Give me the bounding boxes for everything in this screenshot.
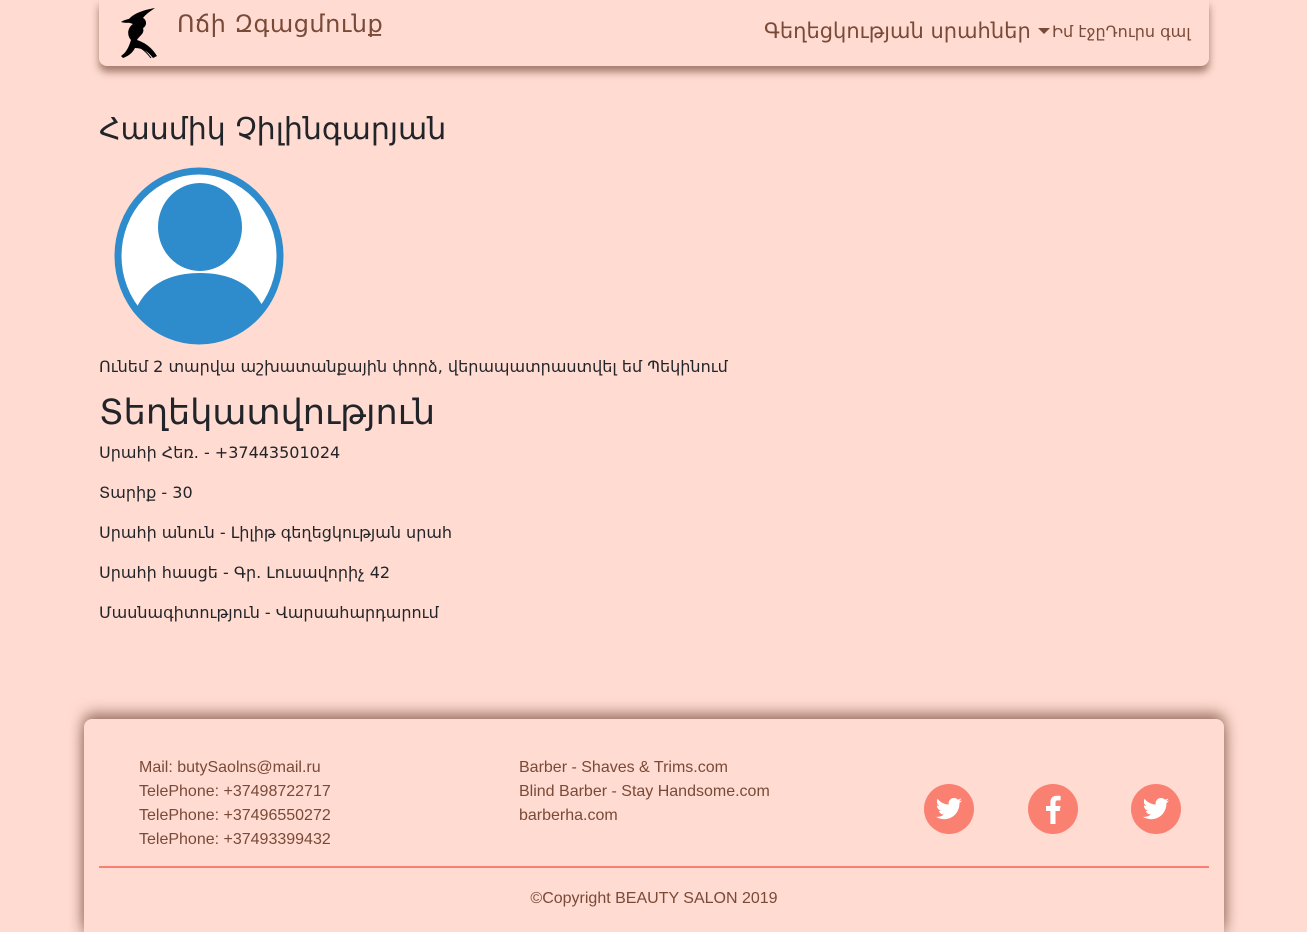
- info-heading: Տեղեկատվություն: [99, 393, 436, 433]
- info-salon-phone: Սրահի Հեռ. - +37443501024: [99, 443, 341, 462]
- profile-name: Հասմիկ Չիլինգարյան: [99, 112, 447, 147]
- info-list: Սրահի Հեռ. - +37443501024 Տարիք - 30 Սրա…: [99, 443, 452, 643]
- footer-links: Barber - Shaves & Trims.com Blind Barber…: [519, 756, 770, 828]
- salons-dropdown-label: Գեղեցկության սրահներ: [764, 19, 1031, 43]
- footer-divider: [99, 866, 1209, 868]
- my-page-logout-link[interactable]: Իմ էջըԴուրս գալ: [1052, 22, 1191, 41]
- info-salon-address: Սրահի հասցե - Գր. Լուսավորիչ 42: [99, 563, 391, 582]
- footer-link[interactable]: Blind Barber - Stay Handsome.com: [519, 780, 770, 804]
- contact-phone: TelePhone: +37498722717: [139, 783, 331, 800]
- info-age: Տարիք - 30: [99, 483, 193, 502]
- salons-dropdown[interactable]: Գեղեցկության սրահներ: [764, 19, 1050, 43]
- brand-title[interactable]: Ոճի Զգացմունք: [177, 10, 383, 38]
- footer-contacts: Mail: butySaolns@mail.ru TelePhone: +374…: [139, 756, 331, 852]
- top-navbar: Ոճի Զգացմունք Գեղեցկության սրահներ Իմ էջ…: [99, 0, 1209, 66]
- site-footer: Mail: butySaolns@mail.ru TelePhone: +374…: [84, 719, 1224, 932]
- user-avatar-icon: [114, 167, 284, 345]
- twitter-icon[interactable]: [1131, 784, 1181, 834]
- contact-phone: TelePhone: +37493399432: [139, 831, 331, 848]
- caret-down-icon: [1037, 28, 1050, 34]
- contact-email: Mail: butySaolns@mail.ru: [139, 759, 321, 776]
- facebook-icon[interactable]: [1028, 784, 1078, 834]
- copyright-text: ©Copyright BEAUTY SALON 2019: [530, 890, 778, 907]
- profile-bio: Ունեմ 2 տարվա աշխատանքային փորձ, վերապատ…: [99, 357, 728, 376]
- info-profession: Մասնագիտություն - Վարսահարդարում: [99, 603, 439, 622]
- twitter-icon[interactable]: [924, 784, 974, 834]
- info-salon-name: Սրահի անուն - Լիլիթ գեղեցկության սրահ: [99, 523, 453, 542]
- footer-link[interactable]: Barber - Shaves & Trims.com: [519, 756, 770, 780]
- footer-link[interactable]: barberha.com: [519, 804, 770, 828]
- contact-phone: TelePhone: +37496550272: [139, 807, 331, 824]
- woman-silhouette-logo-icon[interactable]: [117, 6, 163, 60]
